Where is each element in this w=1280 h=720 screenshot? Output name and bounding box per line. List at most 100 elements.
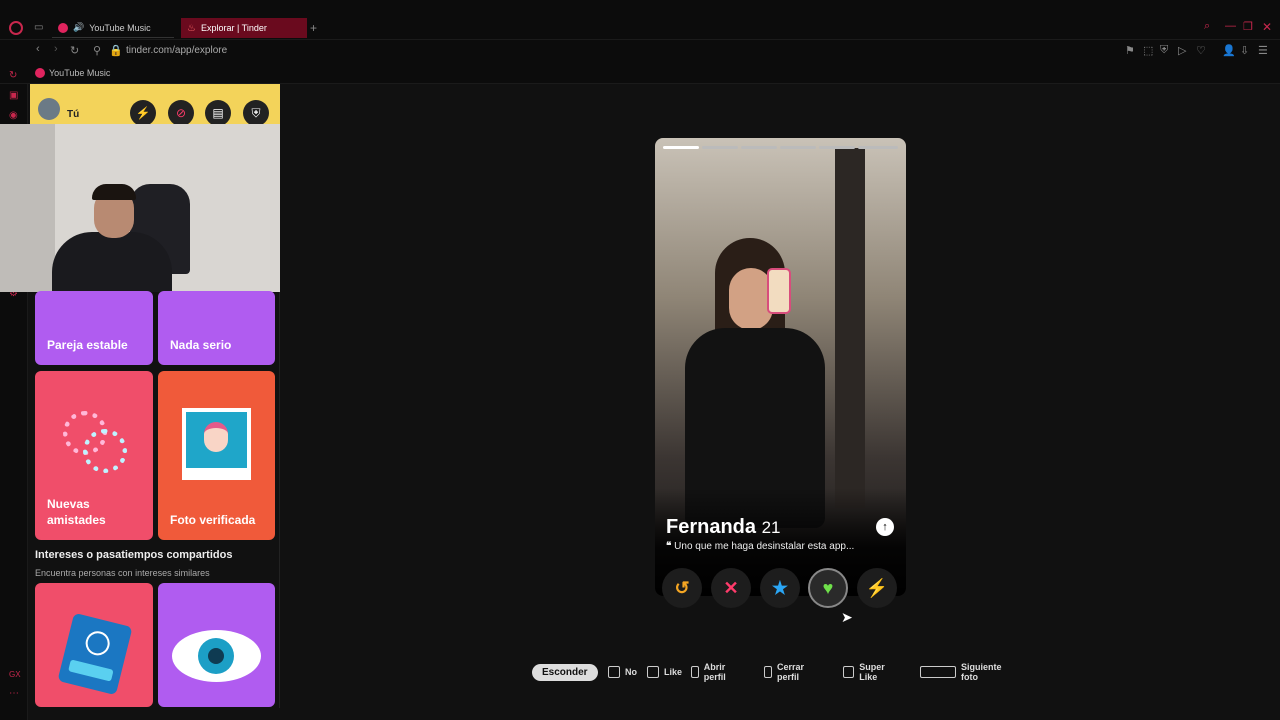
hint-like: Like [647, 662, 682, 682]
shield-icon[interactable]: ⛨ [243, 100, 269, 126]
profile-age: 21 [761, 518, 781, 537]
card-nuevas-amistades[interactable]: Nuevas amistades [35, 371, 153, 540]
hint-no: No [608, 662, 637, 682]
tab-label: YouTube Music [89, 22, 151, 33]
phone-case [767, 268, 791, 314]
card-interest-eye[interactable] [158, 583, 275, 707]
snapshot-icon[interactable]: ⬚ [1143, 44, 1153, 57]
photo-progress [780, 146, 816, 149]
section-title: Intereses o pasatiempos compartidos [35, 549, 233, 561]
verified-photo-icon [182, 408, 251, 480]
youtube-music-icon [58, 22, 68, 33]
cursor-icon: ➤ [841, 609, 853, 625]
photo-progress [702, 146, 738, 149]
webcam-overlay [0, 124, 298, 292]
bag-icon[interactable]: ▣ [9, 90, 18, 101]
bookmarks-bar: YouTube Music [0, 62, 1280, 84]
profile-bio-row: ❝ Uno que me haga desinstalar esta app..… [666, 541, 854, 552]
pin-icon[interactable]: ⚑ [1125, 44, 1135, 57]
tab-youtube-music[interactable]: 🔊 YouTube Music [52, 18, 174, 38]
card-label: Nada serio [170, 338, 232, 352]
speaker-icon: 🔊 [73, 22, 85, 32]
hide-button[interactable]: Esconder [532, 663, 598, 681]
boost-icon[interactable]: ⚡ [130, 100, 156, 126]
maximize-button[interactable]: ❐ [1243, 20, 1253, 33]
history-icon[interactable]: ↻ [9, 70, 17, 81]
star-icon: ★ [771, 577, 789, 598]
hint-hide[interactable]: Esconder [532, 662, 598, 682]
heart-icon[interactable]: ♡ [1196, 44, 1206, 57]
download-icon[interactable]: ⇩ [1240, 44, 1249, 57]
user-label: Tú [67, 109, 80, 120]
card-label: Pareja estable [47, 338, 128, 352]
tab-label: Explorar | Tinder [200, 23, 267, 33]
menu-icon[interactable]: ☰ [1258, 44, 1268, 57]
left-arrow-key-icon [608, 666, 620, 678]
gx-icon[interactable]: GX [9, 670, 21, 679]
close-window-button[interactable]: ✕ [1262, 20, 1272, 34]
card-foto-verificada[interactable]: Foto verificada [158, 371, 275, 540]
hint-label: Siguiente foto [960, 662, 1002, 682]
profile-bio: Uno que me haga desinstalar esta app... [674, 541, 855, 552]
boost-button[interactable]: ⚡ [857, 568, 897, 608]
hint-next: Siguiente foto [920, 662, 1010, 682]
adblock-icon[interactable]: ⛨ [1160, 44, 1168, 57]
hint-label: Super Like [859, 662, 885, 682]
forward-button[interactable]: › [54, 43, 58, 55]
quote-icon: ❝ [666, 541, 672, 552]
right-arrow-key-icon [647, 666, 659, 678]
heart-icon: ♥ [822, 577, 834, 598]
card-label: Nuevas amistades [47, 497, 106, 527]
hint-label: Like [664, 667, 683, 677]
youtube-music-icon [35, 68, 45, 78]
bracelet-icon [83, 429, 127, 473]
opera-logo-icon[interactable] [9, 21, 23, 35]
like-button[interactable]: ♥ [808, 568, 848, 608]
profile-name: Fernanda [666, 516, 757, 538]
tab-overview-icon[interactable]: ▭ [34, 22, 43, 33]
briefcase-icon[interactable]: ▤ [205, 100, 231, 126]
avatar[interactable] [38, 98, 60, 120]
search-icon[interactable]: ⌕ [1204, 20, 1210, 33]
eye-icon [172, 630, 261, 682]
lock-icon: 🔒 [109, 45, 123, 57]
more-icon[interactable]: ⋯ [9, 688, 19, 699]
new-tab-button[interactable]: + [310, 21, 317, 35]
back-button[interactable]: ‹ [36, 43, 40, 55]
nope-button[interactable]: ✕ [711, 568, 751, 608]
profile-name-row: Fernanda 21 [666, 516, 781, 539]
card-nada-serio[interactable]: Nada serio [158, 291, 275, 365]
up-arrow-key-icon [691, 666, 699, 678]
card-pareja-estable[interactable]: Pareja estable [35, 291, 153, 365]
bookmark-youtube-music[interactable]: YouTube Music [49, 68, 110, 78]
location-icon: ⚲ [93, 45, 102, 57]
player-icon[interactable]: ▷ [1178, 44, 1186, 57]
photo-progress [741, 146, 777, 149]
reload-icon[interactable]: ↻ [70, 44, 79, 57]
explore-icon[interactable]: ⊘ [168, 100, 194, 126]
minimize-button[interactable]: — [1225, 20, 1236, 32]
bolt-icon: ⚡ [865, 577, 889, 598]
hint-label: Abrir perfil [703, 662, 726, 682]
rewind-icon: ↺ [674, 577, 690, 598]
messenger-icon[interactable]: ◉ [9, 110, 18, 121]
hint-label: Cerrar perfil [777, 662, 805, 682]
account-icon[interactable]: 👤 [1222, 44, 1236, 57]
space-key-icon [920, 666, 956, 678]
passport-icon [57, 612, 133, 696]
info-arrow-icon[interactable]: ↑ [876, 518, 894, 536]
profile-card[interactable]: Fernanda 21 ↑ ❝ Uno que me haga desinsta… [655, 138, 906, 596]
card-label: Foto verificada [170, 513, 256, 527]
photo-door [835, 148, 865, 508]
photo-progress [819, 146, 855, 149]
rewind-button[interactable]: ↺ [662, 568, 702, 608]
card-interest-travel[interactable] [35, 583, 153, 707]
down-arrow-key-icon [764, 666, 773, 678]
tab-tinder[interactable]: ♨ Explorar | Tinder [181, 18, 307, 38]
url-field[interactable]: tinder.com/app/explore [126, 45, 227, 56]
close-icon: ✕ [723, 577, 739, 598]
superlike-button[interactable]: ★ [760, 568, 800, 608]
section-subtitle: Encuentra personas con intereses similar… [35, 568, 210, 578]
photo-progress [663, 146, 699, 149]
tinder-flame-icon: ♨ [187, 22, 196, 34]
